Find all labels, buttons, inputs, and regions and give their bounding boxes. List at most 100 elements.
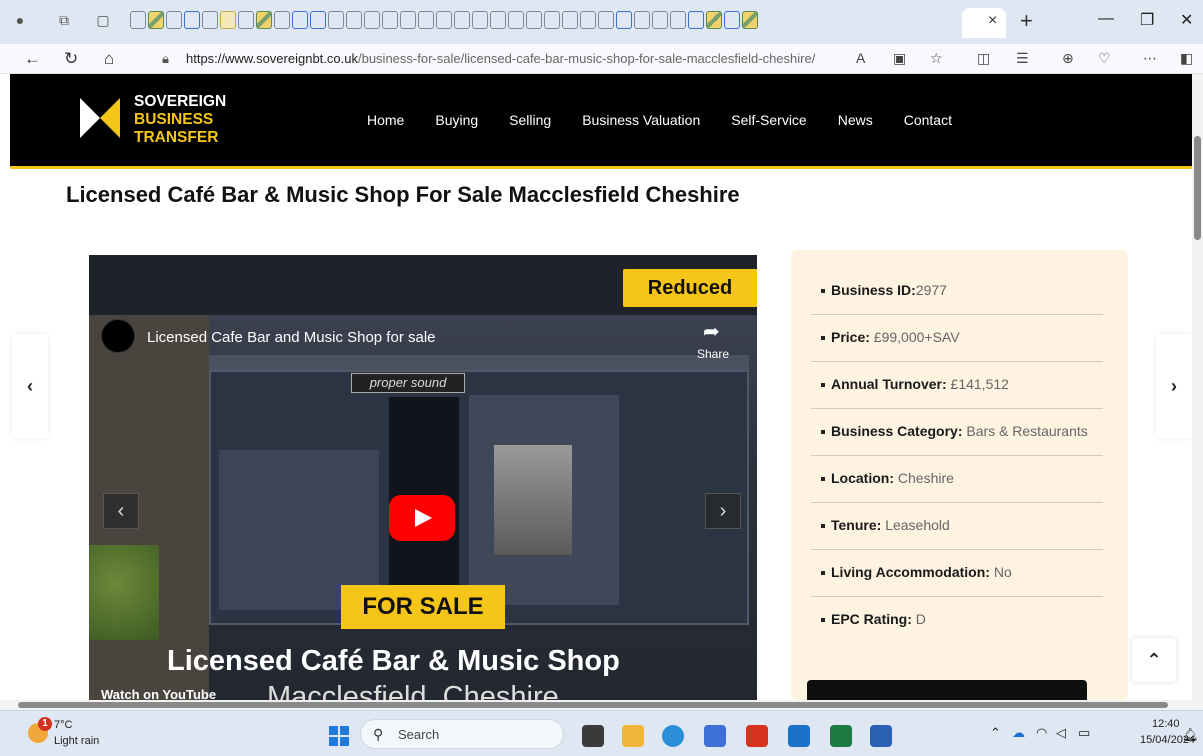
tab[interactable] bbox=[742, 11, 758, 29]
tab[interactable] bbox=[688, 11, 704, 29]
tab[interactable] bbox=[148, 11, 164, 29]
tab[interactable] bbox=[256, 11, 272, 29]
task-view-icon[interactable] bbox=[582, 725, 604, 747]
scrollbar-thumb[interactable] bbox=[1194, 136, 1201, 240]
back-icon[interactable]: ← bbox=[24, 49, 41, 69]
tab[interactable] bbox=[184, 11, 200, 29]
scroll-to-top-button[interactable]: ⌃ bbox=[1132, 638, 1176, 682]
tab[interactable] bbox=[580, 11, 596, 29]
tab[interactable] bbox=[436, 11, 452, 29]
prev-arrow-icon[interactable]: ‹ bbox=[12, 334, 48, 438]
logo-icon[interactable] bbox=[80, 98, 120, 138]
tab[interactable] bbox=[526, 11, 542, 29]
url-text[interactable]: https://www.sovereignbt.co.uk/business-f… bbox=[186, 51, 815, 66]
nav-business-valuation[interactable]: Business Valuation bbox=[582, 112, 700, 128]
tab[interactable] bbox=[238, 11, 254, 29]
nav-buying[interactable]: Buying bbox=[435, 112, 478, 128]
minimize-button[interactable]: — bbox=[1098, 10, 1114, 28]
scrollbar-thumb[interactable] bbox=[18, 702, 1168, 708]
weather-desc[interactable]: Light rain bbox=[54, 735, 99, 747]
tab[interactable] bbox=[454, 11, 470, 29]
tab[interactable] bbox=[400, 11, 416, 29]
tab[interactable] bbox=[490, 11, 506, 29]
tab[interactable] bbox=[472, 11, 488, 29]
tab[interactable] bbox=[634, 11, 650, 29]
tab[interactable] bbox=[202, 11, 218, 29]
tab[interactable] bbox=[652, 11, 668, 29]
refresh-icon[interactable]: ↻ bbox=[64, 49, 78, 69]
video-title[interactable]: Licensed Cafe Bar and Music Shop for sal… bbox=[147, 329, 436, 346]
nav-selling[interactable]: Selling bbox=[509, 112, 551, 128]
tab[interactable] bbox=[544, 11, 560, 29]
favorites-icon[interactable]: ☰ bbox=[1016, 50, 1029, 67]
new-tab-button[interactable]: + bbox=[1020, 8, 1033, 34]
nav-news[interactable]: News bbox=[838, 112, 873, 128]
nav-contact[interactable]: Contact bbox=[904, 112, 952, 128]
tab[interactable] bbox=[418, 11, 434, 29]
tab-actions-icon[interactable]: ▢ bbox=[95, 12, 111, 28]
vertical-scrollbar[interactable] bbox=[1192, 74, 1203, 700]
next-arrow-icon[interactable]: › bbox=[1156, 334, 1192, 438]
tab[interactable] bbox=[382, 11, 398, 29]
tab[interactable] bbox=[562, 11, 578, 29]
tab[interactable] bbox=[328, 11, 344, 29]
volume-icon[interactable]: ◁ bbox=[1056, 725, 1066, 741]
tab[interactable] bbox=[598, 11, 614, 29]
nav-home[interactable]: Home bbox=[367, 112, 404, 128]
carousel-prev-button[interactable]: ‹ bbox=[103, 493, 139, 529]
performance-icon[interactable]: ♡ bbox=[1098, 50, 1111, 67]
tab[interactable] bbox=[274, 11, 290, 29]
lock-icon[interactable]: 🔒︎ bbox=[162, 51, 169, 67]
play-button[interactable] bbox=[389, 495, 455, 541]
sidebar-toggle-icon[interactable]: ◧ bbox=[1180, 50, 1193, 67]
horizontal-scrollbar[interactable] bbox=[0, 700, 1203, 710]
taskbar-search[interactable]: ⚲ Search bbox=[360, 719, 564, 749]
url-bar[interactable]: 🔒︎ https://www.sovereignbt.co.uk/busines… bbox=[150, 47, 870, 71]
tab[interactable] bbox=[130, 11, 146, 29]
edge-icon[interactable] bbox=[662, 725, 684, 747]
restore-button[interactable]: ❐ bbox=[1140, 10, 1154, 30]
active-tab[interactable] bbox=[962, 8, 1006, 38]
acrobat-icon[interactable] bbox=[746, 725, 768, 747]
channel-avatar[interactable] bbox=[101, 319, 135, 353]
share-icon[interactable]: ➦ bbox=[703, 319, 720, 344]
read-aloud-icon[interactable]: A bbox=[856, 50, 865, 66]
enquire-button[interactable] bbox=[807, 680, 1087, 700]
carousel-next-button[interactable]: › bbox=[705, 493, 741, 529]
word-icon[interactable] bbox=[870, 725, 892, 747]
watch-on-youtube-link[interactable]: Watch on YouTube bbox=[101, 687, 216, 700]
file-explorer-icon[interactable] bbox=[622, 725, 644, 747]
tab[interactable] bbox=[670, 11, 686, 29]
more-icon[interactable]: ⋯ bbox=[1143, 50, 1157, 67]
notification-bell-icon[interactable]: 🔔︎ bbox=[1182, 727, 1199, 743]
app-available-icon[interactable]: ▣ bbox=[893, 50, 906, 67]
excel-icon[interactable] bbox=[830, 725, 852, 747]
tab[interactable] bbox=[706, 11, 722, 29]
share-label[interactable]: Share bbox=[697, 347, 729, 361]
battery-icon[interactable]: ▭ bbox=[1078, 725, 1090, 741]
start-button[interactable] bbox=[329, 726, 349, 746]
tab[interactable] bbox=[724, 11, 740, 29]
logo-text[interactable]: SOVEREIGN BUSINESS TRANSFER bbox=[134, 93, 226, 147]
profile-icon[interactable]: ● bbox=[12, 12, 28, 28]
tab[interactable] bbox=[292, 11, 308, 29]
video-player[interactable]: proper sound Reduced Licensed Cafe Bar a… bbox=[89, 255, 757, 700]
workspaces-icon[interactable]: ⧉ bbox=[56, 12, 72, 28]
tray-overflow-icon[interactable]: ⌃ bbox=[990, 725, 1001, 741]
collections-icon[interactable]: ⊕ bbox=[1062, 50, 1074, 67]
tab[interactable] bbox=[220, 11, 236, 29]
store-icon[interactable] bbox=[704, 725, 726, 747]
favorite-star-icon[interactable]: ☆ bbox=[930, 50, 943, 67]
nav-self-service[interactable]: Self-Service bbox=[731, 112, 806, 128]
tab[interactable] bbox=[508, 11, 524, 29]
tab-close-button[interactable]: × bbox=[988, 12, 997, 30]
split-screen-icon[interactable]: ◫ bbox=[977, 50, 990, 67]
tab[interactable] bbox=[310, 11, 326, 29]
tab[interactable] bbox=[616, 11, 632, 29]
home-icon[interactable]: ⌂ bbox=[104, 49, 114, 69]
outlook-icon[interactable] bbox=[788, 725, 810, 747]
tab[interactable] bbox=[166, 11, 182, 29]
weather-temp[interactable]: 7°C bbox=[54, 719, 72, 731]
clock-time[interactable]: 12:40 bbox=[1152, 718, 1180, 730]
onedrive-icon[interactable]: ☁ bbox=[1012, 725, 1025, 741]
